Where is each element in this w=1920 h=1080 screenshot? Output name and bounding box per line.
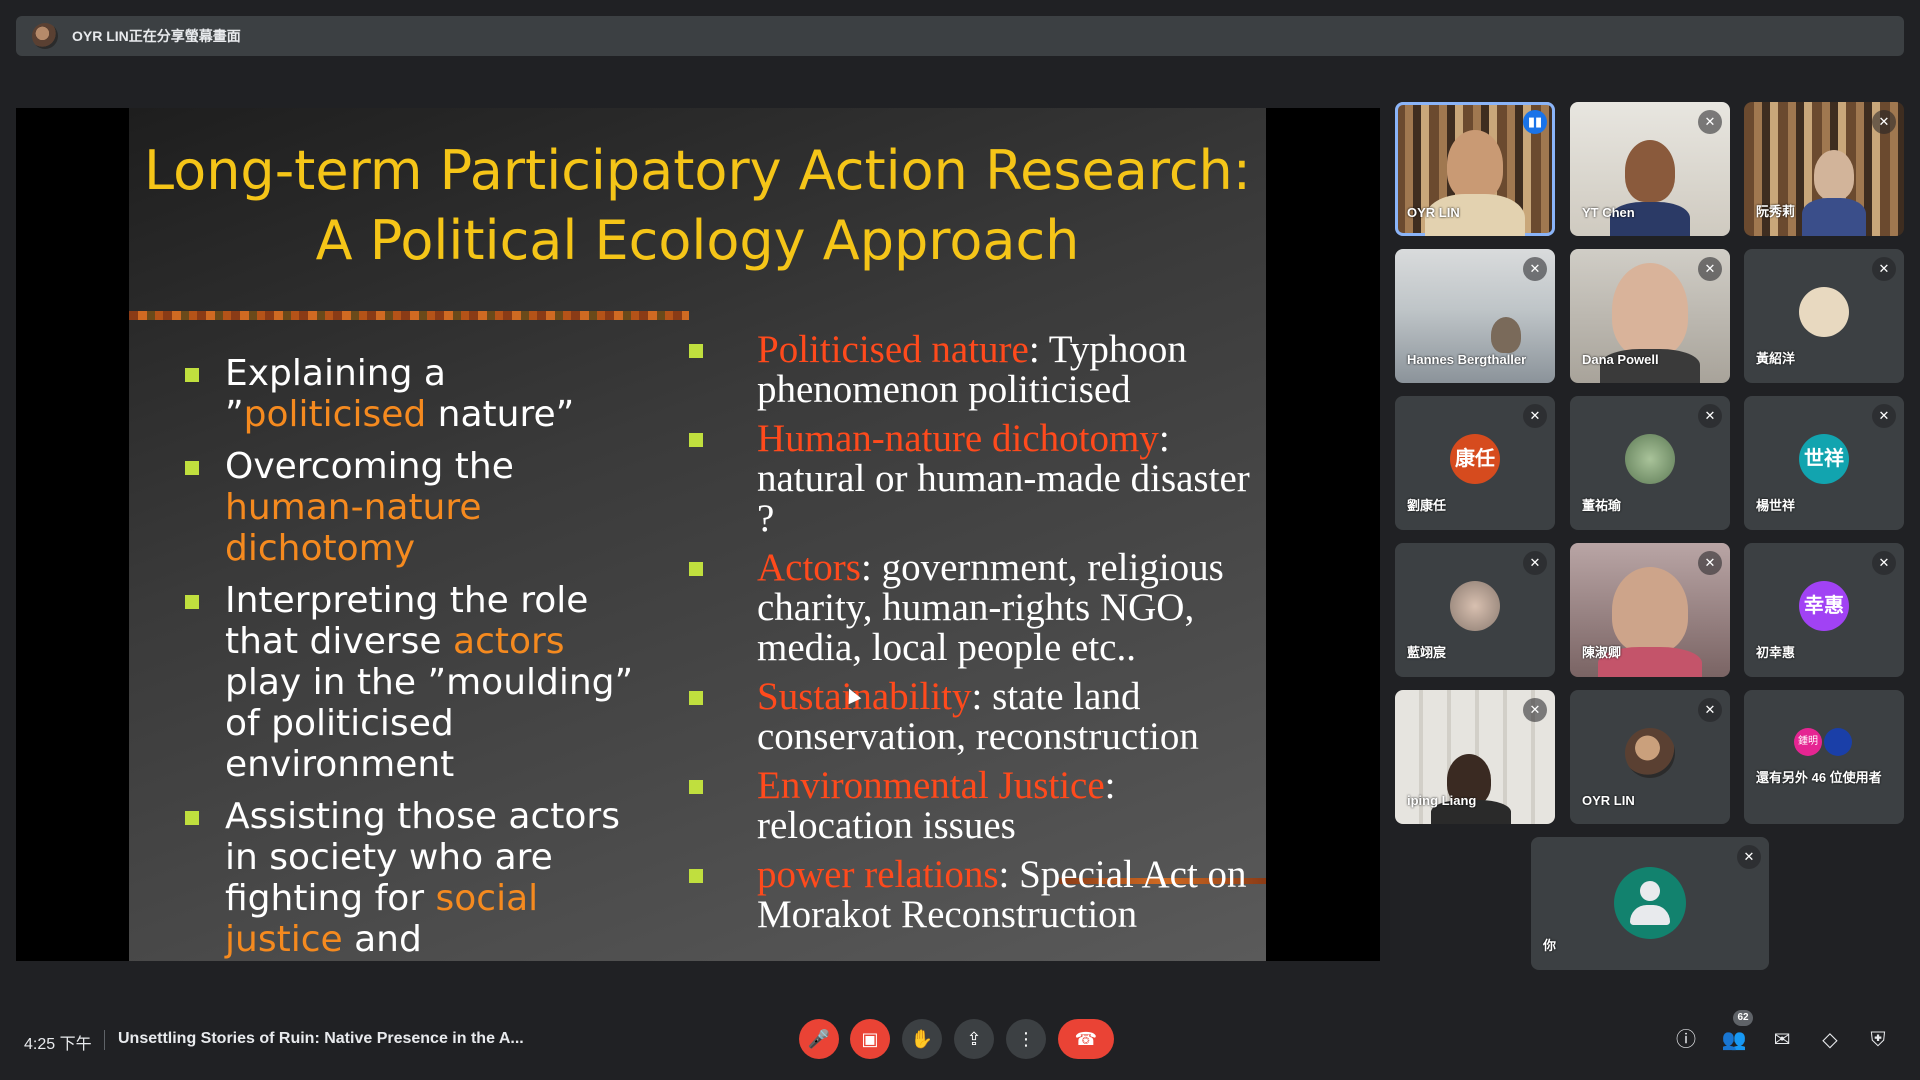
avatar (1625, 728, 1675, 778)
meeting-title: Unsettling Stories of Ruin: Native Prese… (118, 1030, 524, 1047)
hangup-icon: ☎ (1074, 1028, 1098, 1049)
avatar (1450, 581, 1500, 631)
muted-mic-icon: ✕ (1523, 257, 1547, 281)
camera-off-button[interactable]: ▣ (850, 1019, 890, 1059)
avatar (1799, 287, 1849, 337)
activities-icon: ◇ (1822, 1029, 1838, 1051)
muted-mic-icon: ✕ (1872, 551, 1896, 575)
muted-mic-icon: ✕ (1523, 404, 1547, 428)
slide-bullet: Sustainability: state land conservation,… (689, 677, 1259, 757)
participant-tile-hannes[interactable]: ✕ Hannes Bergthaller (1395, 249, 1555, 383)
participant-tile-chu[interactable]: 幸惠 ✕ 初幸惠 (1744, 543, 1904, 677)
mic-off-icon: 🎤 (807, 1028, 831, 1049)
muted-mic-icon: ✕ (1698, 551, 1722, 575)
participant-tile-liu[interactable]: 康任 ✕ 劉康任 (1395, 396, 1555, 530)
presenting-text: OYR LIN正在分享螢幕畫面 (72, 28, 241, 44)
user-icon (1614, 867, 1686, 939)
participant-tile-yang[interactable]: 世祥 ✕ 楊世祥 (1744, 396, 1904, 530)
avatar (1824, 728, 1852, 756)
camera-off-icon: ▣ (861, 1028, 879, 1049)
slide-right-column: Politicised nature: Typhoon phenomenon p… (689, 330, 1259, 944)
muted-mic-icon: ✕ (1523, 698, 1547, 722)
muted-mic-icon: ✕ (1698, 404, 1722, 428)
muted-mic-icon: ✕ (1698, 257, 1722, 281)
info-icon: ⓘ (1676, 1029, 1696, 1051)
participant-tile-chen[interactable]: ✕ 陳淑卿 (1570, 543, 1730, 677)
participant-tile-dana[interactable]: ✕ Dana Powell (1570, 249, 1730, 383)
participant-tile-yt-chen[interactable]: ✕ YT Chen (1570, 102, 1730, 236)
participant-tile-you[interactable]: ✕ 你 (1531, 837, 1769, 970)
hand-icon: ✋ (910, 1028, 934, 1049)
participant-tile-others[interactable]: 鍾明 還有另外 46 位使用者 (1744, 690, 1904, 824)
participant-tile-ruan[interactable]: ✕ 阮秀莉 (1744, 102, 1904, 236)
divider (104, 1030, 105, 1050)
present-screen-icon: ⇪ (966, 1028, 982, 1049)
people-count-badge: 62 (1733, 1010, 1753, 1026)
more-options-button[interactable]: ⋮ (1006, 1019, 1046, 1059)
slide-divider (129, 311, 689, 320)
participant-tile-oyr-lin-video[interactable]: ▮▮ OYR LIN (1395, 102, 1555, 236)
participant-tile-huang[interactable]: ✕ 黃紹洋 (1744, 249, 1904, 383)
shield-icon: ⛨ (1870, 1029, 1886, 1051)
more-vert-icon: ⋮ (1017, 1028, 1035, 1049)
slide-title: Long-term Participatory Action Research:… (144, 139, 1251, 272)
slide-bullet: Environmental Justice: relocation issues (689, 766, 1259, 846)
slide-bullet: Actors: government, religious charity, h… (689, 548, 1259, 668)
avatar (1625, 434, 1675, 484)
raise-hand-button[interactable]: ✋ (902, 1019, 942, 1059)
participant-tile-iping[interactable]: ✕ iping Liang (1395, 690, 1555, 824)
slide-bullet: Overcoming the human-nature dichotomy (179, 446, 639, 569)
shared-screen[interactable]: Long-term Participatory Action Research:… (16, 108, 1380, 961)
avatar: 康任 (1450, 434, 1500, 484)
meeting-details-button[interactable]: ⓘ (1672, 1026, 1700, 1054)
host-controls-button[interactable]: ⛨ (1864, 1026, 1892, 1054)
presenter-avatar (32, 23, 58, 49)
screen-share-banner: OYR LIN正在分享螢幕畫面 (16, 16, 1904, 56)
speaking-indicator-icon: ▮▮ (1523, 110, 1547, 134)
present-button[interactable]: ⇪ (954, 1019, 994, 1059)
chat-icon: ✉ (1773, 1029, 1791, 1051)
activities-button[interactable]: ◇ (1816, 1026, 1844, 1054)
slide-left-column: Explaining a ”politicised nature” Overco… (179, 353, 639, 961)
participant-tile-lan[interactable]: ✕ 藍翊宸 (1395, 543, 1555, 677)
mic-off-button[interactable]: 🎤 (799, 1019, 839, 1059)
slide-bullet: power relations: Special Act on Morakot … (689, 855, 1259, 935)
muted-mic-icon: ✕ (1698, 110, 1722, 134)
muted-mic-icon: ✕ (1737, 845, 1761, 869)
participant-tile-dong[interactable]: ✕ 董祐瑜 (1570, 396, 1730, 530)
slide-bullet: Assisting those actors in society who ar… (179, 796, 639, 961)
muted-mic-icon: ✕ (1872, 257, 1896, 281)
slide-bullet: Human-nature dichotomy: natural or human… (689, 419, 1259, 539)
clock: 4:25 下午 (24, 1036, 92, 1053)
bottom-bar: 4:25 下午 Unsettling Stories of Ruin: Nati… (0, 1000, 1920, 1080)
slide-bullet: Explaining a ”politicised nature” (179, 353, 639, 435)
avatar: 鍾明 (1794, 728, 1822, 756)
muted-mic-icon: ✕ (1872, 110, 1896, 134)
muted-mic-icon: ✕ (1698, 698, 1722, 722)
chat-button[interactable]: ✉ (1768, 1026, 1796, 1054)
presentation-slide: Long-term Participatory Action Research:… (129, 108, 1266, 961)
slide-bullet: Interpreting the role that diverse actor… (179, 580, 639, 785)
avatar: 幸惠 (1799, 581, 1849, 631)
participant-tile-oyr-lin[interactable]: ✕ OYR LIN (1570, 690, 1730, 824)
people-button[interactable]: 👥 (1720, 1026, 1748, 1054)
slide-bullet: Politicised nature: Typhoon phenomenon p… (689, 330, 1259, 410)
muted-mic-icon: ✕ (1872, 404, 1896, 428)
people-icon: 👥 (1721, 1029, 1747, 1051)
avatar: 世祥 (1799, 434, 1849, 484)
muted-mic-icon: ✕ (1523, 551, 1547, 575)
leave-call-button[interactable]: ☎ (1058, 1019, 1114, 1059)
